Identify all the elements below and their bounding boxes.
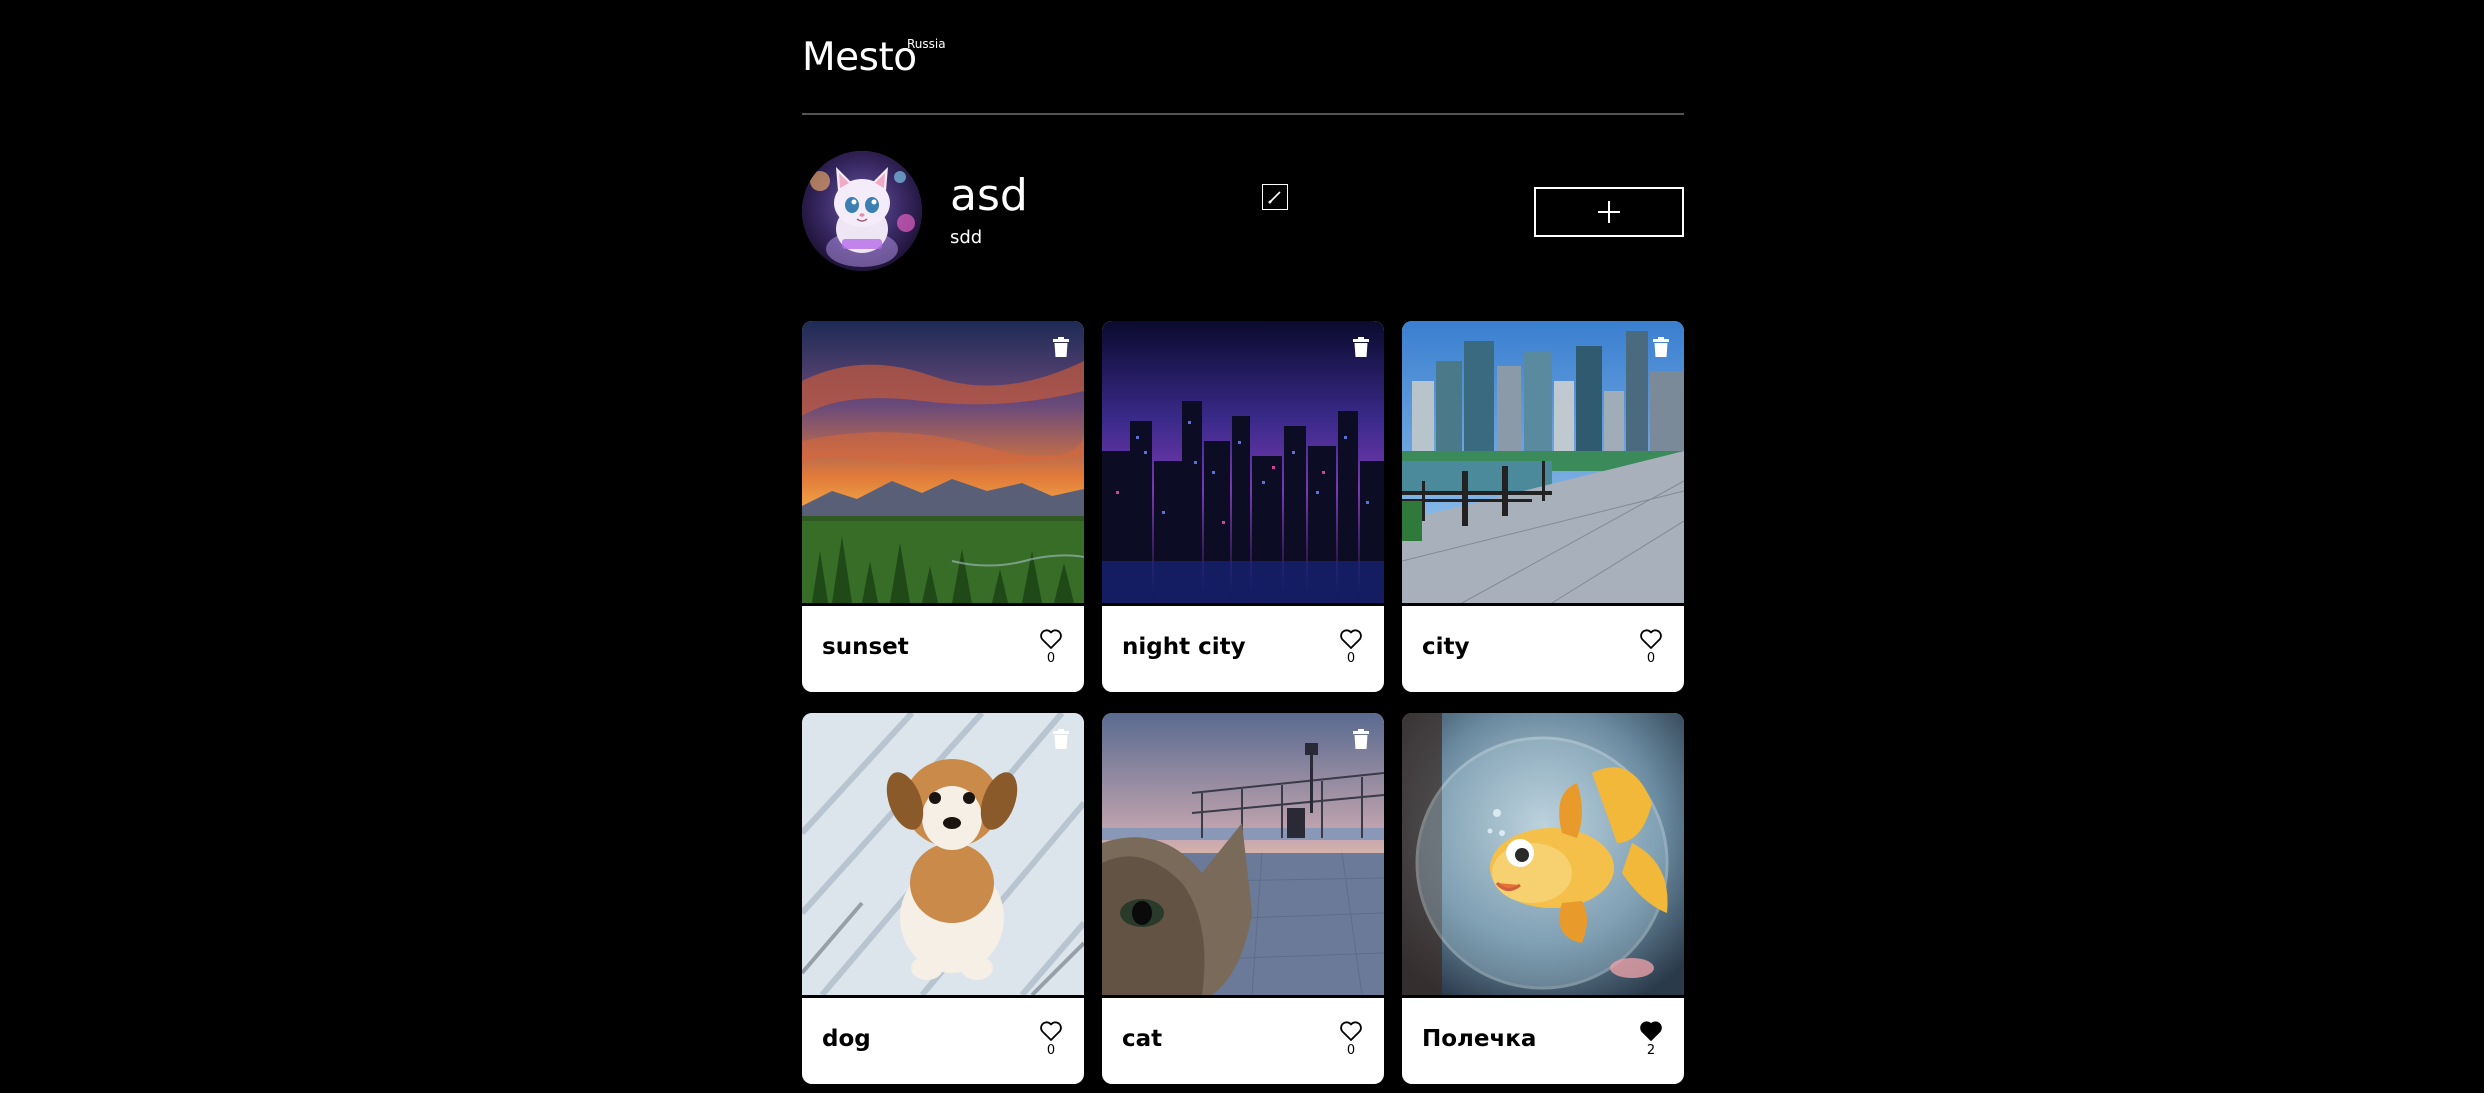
- like-count: 0: [1046, 1043, 1056, 1058]
- like-button[interactable]: [1339, 628, 1363, 650]
- add-card-button[interactable]: [1534, 187, 1684, 237]
- card-title: sunset: [822, 634, 909, 660]
- card: cat 0: [1102, 713, 1384, 1084]
- like-group: 0: [1338, 1020, 1364, 1058]
- trash-icon: [1353, 729, 1369, 749]
- city-image: [1402, 321, 1684, 603]
- cat-image: [1102, 713, 1384, 995]
- card-footer: sunset 0: [802, 603, 1084, 692]
- delete-button[interactable]: [1352, 337, 1370, 357]
- profile-name: asd: [950, 170, 1028, 221]
- logo[interactable]: Mesto: [802, 34, 917, 82]
- avatar[interactable]: [802, 151, 922, 271]
- card-image-night-city[interactable]: [1102, 321, 1384, 603]
- profile: asd sdd: [802, 115, 1684, 321]
- card-image-cat[interactable]: [1102, 713, 1384, 995]
- card-image-dog[interactable]: [802, 713, 1084, 995]
- logo-superscript: Russia: [907, 37, 946, 51]
- like-button[interactable]: [1039, 628, 1063, 650]
- like-button[interactable]: [1639, 1020, 1663, 1042]
- card-title: city: [1422, 634, 1470, 660]
- card-title: dog: [822, 1026, 871, 1052]
- like-group: 2: [1638, 1020, 1664, 1058]
- trash-icon: [1053, 337, 1069, 357]
- heart-outline-icon: [1040, 1021, 1062, 1041]
- avatar-image: [802, 151, 922, 271]
- header: Mesto Russia: [802, 0, 1684, 115]
- night-city-image: [1102, 321, 1384, 603]
- card: Полечка 2: [1402, 713, 1684, 1084]
- like-count: 0: [1346, 651, 1356, 666]
- like-group: 0: [1638, 628, 1664, 666]
- fish-image: [1402, 713, 1684, 995]
- trash-icon: [1653, 337, 1669, 357]
- card-image-polechka[interactable]: [1402, 713, 1684, 995]
- card-image-sunset[interactable]: [802, 321, 1084, 603]
- dog-image: [802, 713, 1084, 995]
- like-group: 0: [1038, 628, 1064, 666]
- like-count: 2: [1646, 1043, 1656, 1058]
- card: dog 0: [802, 713, 1084, 1084]
- delete-button[interactable]: [1652, 337, 1670, 357]
- delete-button[interactable]: [1052, 337, 1070, 357]
- heart-outline-icon: [1040, 629, 1062, 649]
- card-grid: sunset 0 night city 0 city 0 dog 0 cat 0…: [802, 321, 1684, 1084]
- trash-icon: [1053, 729, 1069, 749]
- profile-about: sdd: [950, 227, 983, 248]
- delete-button[interactable]: [1052, 729, 1070, 749]
- like-button[interactable]: [1339, 1020, 1363, 1042]
- heart-outline-icon: [1340, 1021, 1362, 1041]
- heart-outline-icon: [1340, 629, 1362, 649]
- card-footer: night city 0: [1102, 603, 1384, 692]
- card-footer: dog 0: [802, 995, 1084, 1084]
- pencil-icon: [1268, 191, 1281, 204]
- like-group: 0: [1338, 628, 1364, 666]
- trash-icon: [1353, 337, 1369, 357]
- card: city 0: [1402, 321, 1684, 692]
- card-title: Полечка: [1422, 1026, 1537, 1052]
- like-group: 0: [1038, 1020, 1064, 1058]
- like-count: 0: [1646, 651, 1656, 666]
- card-title: cat: [1122, 1026, 1163, 1052]
- plus-icon: [1598, 201, 1620, 223]
- card-footer: Полечка 2: [1402, 995, 1684, 1084]
- page: Mesto Russia asd sdd sunset 0 night city…: [802, 0, 1684, 1084]
- heart-outline-icon: [1640, 629, 1662, 649]
- card-footer: city 0: [1402, 603, 1684, 692]
- like-button[interactable]: [1639, 628, 1663, 650]
- card: night city 0: [1102, 321, 1384, 692]
- edit-profile-button[interactable]: [1262, 184, 1288, 210]
- delete-button[interactable]: [1352, 729, 1370, 749]
- card: sunset 0: [802, 321, 1084, 692]
- card-image-city[interactable]: [1402, 321, 1684, 603]
- like-button[interactable]: [1039, 1020, 1063, 1042]
- card-footer: cat 0: [1102, 995, 1384, 1084]
- card-title: night city: [1122, 634, 1246, 660]
- sunset-image: [802, 321, 1084, 603]
- like-count: 0: [1046, 651, 1056, 666]
- heart-filled-icon: [1640, 1021, 1662, 1041]
- like-count: 0: [1346, 1043, 1356, 1058]
